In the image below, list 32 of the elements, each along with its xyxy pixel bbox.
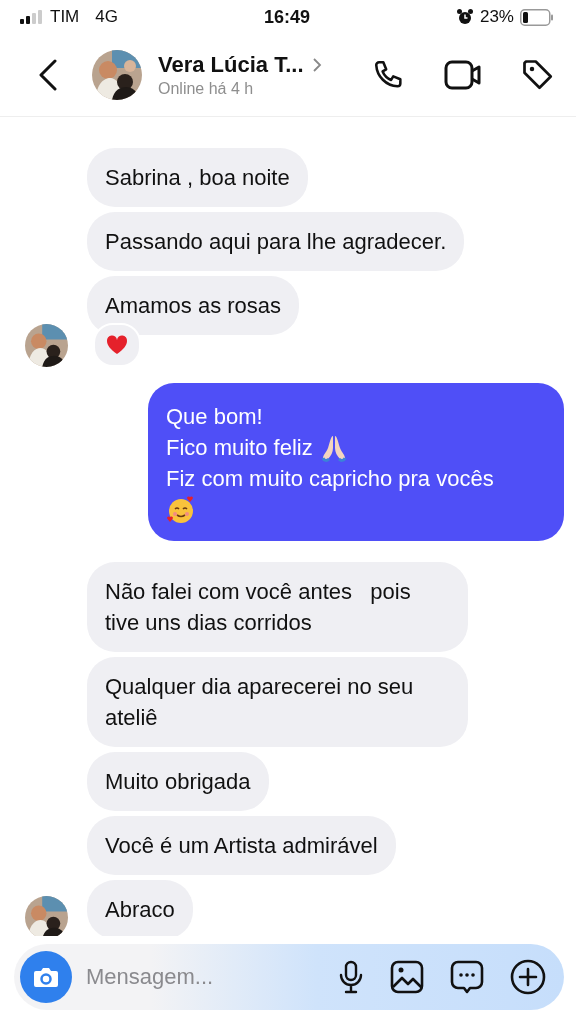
clock-time: 16:49 <box>263 6 310 28</box>
message-bubble[interactable]: Abraco <box>87 880 193 936</box>
microphone-icon[interactable] <box>338 960 364 994</box>
message-field[interactable]: Mensagem... <box>72 963 338 991</box>
back-icon[interactable] <box>38 59 58 91</box>
message-text: Fiz com muito capricho pra vocês <box>166 465 494 493</box>
message-bubble[interactable]: Qualquer dia aparecerei no seu ateliê <box>87 657 468 747</box>
chevron-icon[interactable] <box>311 57 322 73</box>
message-text: Que bom! <box>166 403 263 431</box>
message-bubble[interactable]: Muito obrigada <box>87 752 269 811</box>
battery-icon <box>520 8 554 26</box>
message-bubble[interactable]: Amamos as rosas <box>87 276 300 335</box>
chat-bubble-icon[interactable] <box>450 960 484 994</box>
message-text: Fico muito feliz <box>166 434 313 462</box>
carrier-name: TIM <box>50 7 80 27</box>
message-bubble[interactable]: Não falei com você antes pois tive uns dias corridos <box>87 562 468 652</box>
message-bubble[interactable]: Que bom! Fico muito feliz Fiz com muito capricho pra vocês <box>148 383 564 541</box>
camera-icon <box>33 966 59 988</box>
network-type: 4G <box>95 7 118 27</box>
reaction-badge[interactable] <box>93 323 141 367</box>
contact-name[interactable]: Vera Lúcia T... <box>158 52 304 78</box>
battery-percent: 23% <box>479 7 514 27</box>
video-camera-icon[interactable] <box>444 60 482 90</box>
message-bubble[interactable]: Sabrina , boa noite <box>87 148 308 207</box>
image-icon[interactable] <box>390 960 424 994</box>
camera-button[interactable] <box>20 951 72 1003</box>
alarm-icon <box>455 8 474 26</box>
online-status: Online há 4 h <box>158 80 255 98</box>
message-bubble[interactable]: Você é um Artista admirável <box>87 816 396 875</box>
message-bubble[interactable]: Passando aqui para lhe agradecer. <box>87 212 465 271</box>
signal-icon <box>20 9 44 25</box>
add-icon[interactable] <box>510 959 546 995</box>
